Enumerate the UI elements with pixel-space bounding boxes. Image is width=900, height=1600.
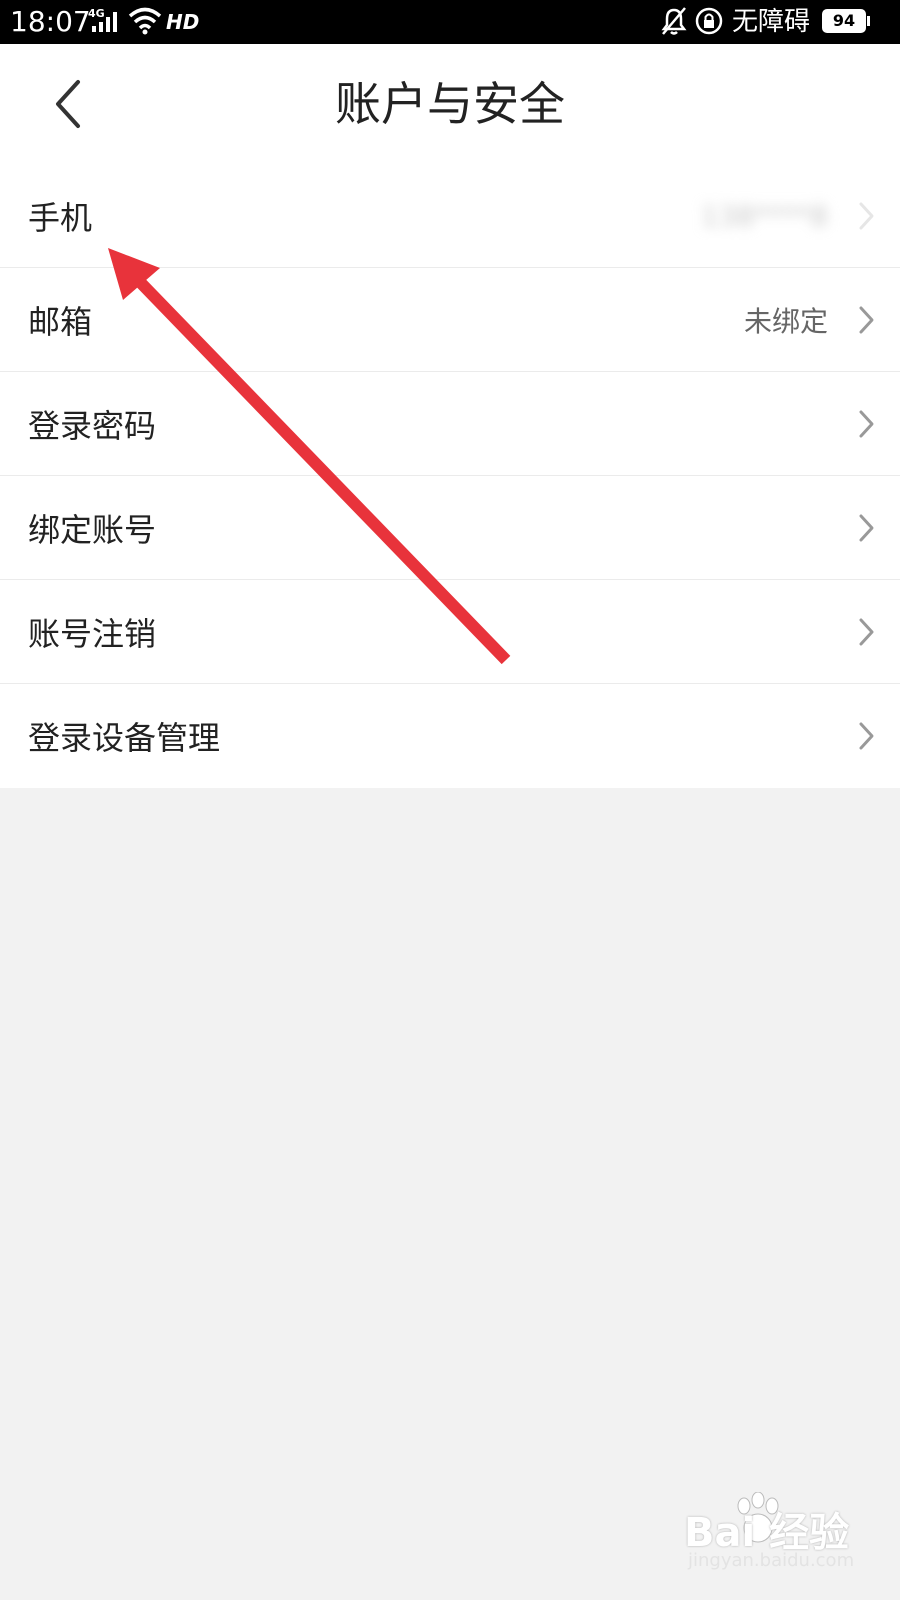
bell-muted-icon bbox=[661, 7, 687, 35]
baidu-jingyan-watermark: Bai 经验 jingyan.baidu.com bbox=[684, 1492, 884, 1592]
chevron-right-icon bbox=[859, 514, 874, 541]
watermark-site: jingyan.baidu.com bbox=[688, 1550, 855, 1571]
settings-row-phone[interactable]: 手机 138****8 bbox=[0, 164, 900, 268]
chevron-right-icon bbox=[859, 202, 874, 229]
chevron-right-icon bbox=[859, 618, 874, 645]
battery-level: 94 bbox=[832, 11, 856, 30]
phone-number-value: 138****8 bbox=[700, 199, 828, 232]
settings-row-bound-accounts[interactable]: 绑定账号 bbox=[0, 476, 900, 580]
row-label: 登录设备管理 bbox=[28, 719, 221, 757]
rotation-lock-icon bbox=[695, 7, 723, 35]
settings-row-login-devices[interactable]: 登录设备管理 bbox=[0, 684, 900, 788]
chevron-right-icon bbox=[859, 410, 874, 437]
battery-icon: 94 bbox=[822, 9, 866, 33]
email-status-value: 未绑定 bbox=[743, 304, 828, 338]
settings-row-email[interactable]: 邮箱 未绑定 bbox=[0, 268, 900, 372]
settings-row-login-password[interactable]: 登录密码 bbox=[0, 372, 900, 476]
row-label: 绑定账号 bbox=[28, 510, 157, 549]
row-label: 手机 bbox=[28, 198, 93, 237]
status-bar: 18:07 4G HD 无障碍 94 bbox=[0, 0, 900, 44]
chevron-right-icon bbox=[859, 722, 874, 750]
status-time: 18:07 bbox=[10, 5, 91, 38]
page-header: 账户与安全 bbox=[0, 44, 900, 164]
hd-voice-indicator: HD bbox=[166, 10, 200, 34]
battery-tip bbox=[867, 16, 870, 26]
chevron-right-icon bbox=[859, 306, 874, 333]
settings-row-account-deletion[interactable]: 账号注销 bbox=[0, 580, 900, 684]
wifi-icon bbox=[128, 7, 162, 35]
row-label: 登录密码 bbox=[28, 406, 157, 445]
settings-list: 手机 138****8 邮箱 未绑定 登录密码 绑定账号 账号注销 登录设备管理 bbox=[0, 164, 900, 788]
page-title: 账户与安全 bbox=[335, 77, 565, 131]
row-label: 邮箱 bbox=[28, 302, 93, 341]
cellular-signal-icon bbox=[92, 12, 117, 32]
accessibility-label: 无障碍 bbox=[732, 7, 811, 37]
row-label: 账号注销 bbox=[28, 614, 157, 653]
